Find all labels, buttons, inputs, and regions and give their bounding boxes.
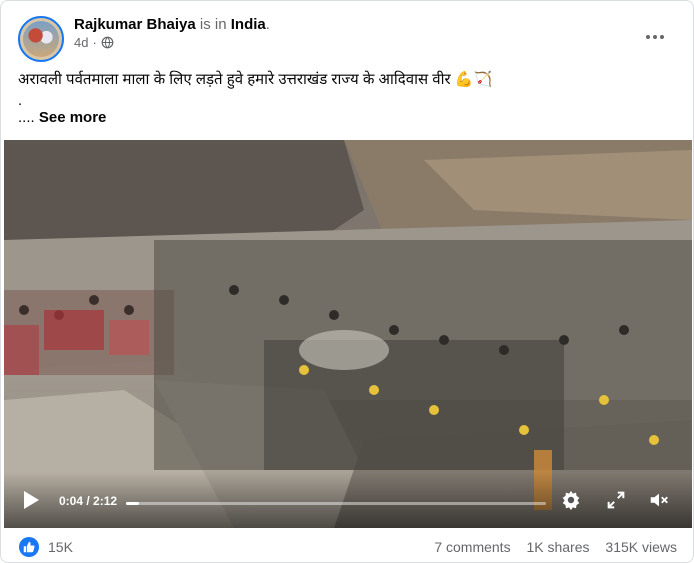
- is-in-text: is in: [199, 16, 227, 33]
- post-header: Rajkumar Bhaiya is in India.: [74, 15, 270, 35]
- volume-icon[interactable]: [648, 489, 670, 511]
- see-more-line: .... See more: [18, 107, 106, 129]
- author-avatar[interactable]: [18, 16, 64, 62]
- settings-icon[interactable]: [560, 489, 582, 511]
- post-meta: 4d ·: [74, 35, 114, 50]
- crowd-right: [154, 240, 692, 510]
- more-options-button[interactable]: [637, 23, 673, 51]
- globe-icon: [101, 36, 114, 49]
- like-reaction-icon[interactable]: [19, 537, 39, 557]
- post-emoji: 💪🏹: [454, 71, 493, 88]
- more-dot: [660, 35, 664, 39]
- avatar-image: [23, 21, 59, 57]
- comments-count[interactable]: 7 comments: [434, 539, 510, 555]
- author-name[interactable]: Rajkumar Bhaiya: [74, 16, 196, 33]
- more-dot: [646, 35, 650, 39]
- see-more-button[interactable]: See more: [39, 109, 107, 126]
- more-dot: [653, 35, 657, 39]
- video-time: 0:04 / 2:12: [59, 494, 118, 508]
- post-footer: 15K 7 comments 1K shares 315K views: [1, 528, 693, 562]
- post-stats: 7 comments 1K shares 315K views: [422, 539, 677, 555]
- progress-bar[interactable]: [126, 502, 546, 505]
- progress-fill: [126, 502, 139, 505]
- timestamp[interactable]: 4d: [74, 35, 88, 50]
- ellipsis: ....: [18, 109, 35, 126]
- fullscreen-icon[interactable]: [605, 489, 627, 511]
- period-text: .: [265, 16, 270, 33]
- post-card: Rajkumar Bhaiya is in India. 4d · अरावली…: [0, 0, 694, 563]
- reaction-count[interactable]: 15K: [48, 539, 73, 555]
- views-count: 315K views: [605, 539, 677, 555]
- post-body: अरावली पर्वतमाला माला के लिए लड़ते हुवे …: [18, 71, 451, 88]
- video-frame: [4, 140, 692, 528]
- thumbs-up-icon: [23, 541, 35, 553]
- location-link[interactable]: India: [231, 16, 266, 33]
- video-player[interactable]: 0:04 / 2:12: [4, 140, 692, 528]
- play-icon[interactable]: [22, 490, 40, 510]
- shares-count[interactable]: 1K shares: [526, 539, 589, 555]
- separator-dot: ·: [92, 35, 97, 50]
- video-controls: 0:04 / 2:12: [4, 472, 692, 528]
- post-text: अरावली पर्वतमाला माला के लिए लड़ते हुवे …: [18, 69, 492, 91]
- crowd-left: [4, 290, 174, 375]
